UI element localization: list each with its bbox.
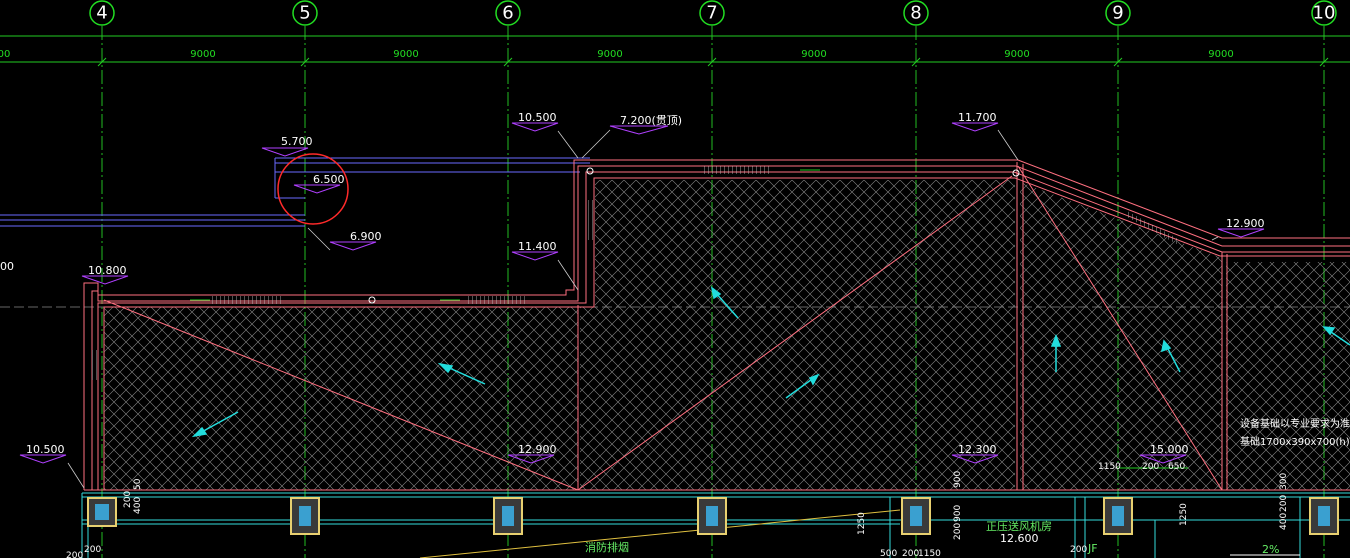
dim-text: 200 [902, 549, 919, 558]
dim-text: 200 [1142, 462, 1159, 472]
elevation-label: 11.400 [518, 240, 557, 253]
span-dim: 9000 [1208, 49, 1233, 60]
elevation-label: 10.500 [518, 111, 557, 124]
stair-line [419, 509, 901, 558]
dim-text: 200 [123, 491, 133, 508]
grid-label: 8 [910, 3, 921, 24]
jf-label: JF [1087, 542, 1098, 555]
elevation-label: 12.900 [518, 443, 557, 456]
dim-text: 400 [1279, 513, 1289, 530]
equipment-note-line-1: 设备基础以专业要求为准 [1240, 417, 1350, 430]
elevation-label: 12.600 [1000, 532, 1039, 545]
elevation-label: 15.000 [1150, 443, 1189, 456]
dim-text: 900 [953, 505, 963, 522]
dim-text: 50 [133, 478, 143, 490]
highlight-circle [277, 153, 349, 225]
span-dim: 9000 [801, 49, 826, 60]
span-dim: 9000 [597, 49, 622, 60]
span-dim: 9000 [1004, 49, 1029, 60]
grid-label: 6 [502, 3, 513, 24]
dim-text: 200 [66, 551, 83, 558]
dim-text: 900 [953, 471, 963, 488]
grid-label: 7 [706, 3, 717, 24]
dim-text: 200 [953, 523, 963, 540]
slope-label: 2% [1262, 543, 1279, 556]
grid-label: 9 [1112, 3, 1123, 24]
grid-label: 5 [299, 3, 310, 24]
grid-bubbles: 4 5 6 7 8 9 10 [89, 0, 1337, 26]
dim-text: 1150 [1098, 462, 1121, 472]
dim-text: 650 [1168, 462, 1185, 472]
grid-label: 4 [96, 3, 107, 24]
span-dim: 9000 [190, 49, 215, 60]
cad-roof-plan: 4 5 6 7 8 9 10 00 9000 9000 9000 9000 90… [0, 0, 1350, 558]
canopy-lines [0, 157, 590, 227]
dim-text: 300 [1279, 473, 1289, 490]
grid-label: 10 [1313, 3, 1336, 24]
elevation-label: 7.200(贯顶) [620, 114, 682, 127]
elevation-label: 10.500 [26, 443, 65, 456]
dim-text: 200 [1070, 545, 1087, 555]
dim-text: 500 [880, 549, 897, 558]
elevation-label: 6.900 [350, 230, 382, 243]
span-dimensions: 00 9000 9000 9000 9000 9000 9000 [0, 49, 1234, 60]
elevation-label: 12.300 [958, 443, 997, 456]
span-dim: 9000 [393, 49, 418, 60]
dim-text: 1250 [857, 512, 867, 535]
dim-text: 1150 [918, 549, 941, 558]
dim-text: 1250 [1179, 503, 1189, 526]
elevation-label: 12.900 [1226, 217, 1265, 230]
dim-text: 200 [1279, 495, 1289, 512]
elevation-label: 5.700 [281, 135, 313, 148]
room-label-fire: 消防排烟 [585, 540, 629, 554]
elevation-label: 10.800 [88, 264, 127, 277]
elevation-label: 11.700 [958, 111, 997, 124]
dim-text: 200 [84, 545, 101, 555]
equipment-note-line-2: 基础1700x390x700(h) [1240, 435, 1350, 448]
dim-text: 400 [133, 497, 143, 514]
span-dim: 00 [0, 49, 10, 60]
elevation-label: 00 [0, 260, 14, 273]
columns [87, 497, 1339, 535]
room-label-fan: 正压送风机房 [986, 519, 1052, 533]
elevation-label: 6.500 [313, 173, 345, 186]
